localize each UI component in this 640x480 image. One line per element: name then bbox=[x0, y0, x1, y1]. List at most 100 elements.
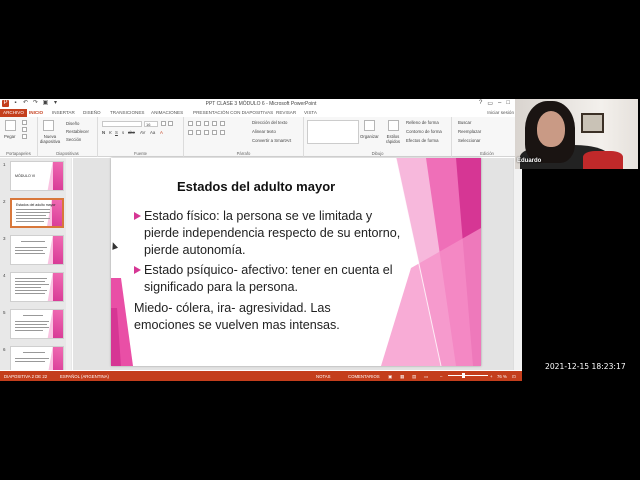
quick-styles-button[interactable]: Estilos rápidos bbox=[384, 134, 402, 144]
tab-diseno[interactable]: DISEÑO bbox=[83, 110, 101, 115]
italic-icon[interactable]: K bbox=[109, 130, 112, 135]
tab-presentacion[interactable]: PRESENTACIÓN CON DIAPOSITIVAS bbox=[193, 110, 273, 115]
thumb-number: 6 bbox=[3, 347, 6, 352]
font-color-icon[interactable]: A bbox=[160, 130, 163, 135]
arrange-icon[interactable] bbox=[364, 120, 375, 131]
normal-view-icon[interactable]: ▣ bbox=[388, 374, 392, 380]
align-left-icon[interactable] bbox=[188, 130, 193, 135]
minimize-icon[interactable]: – bbox=[498, 100, 501, 107]
find-button[interactable]: Buscar bbox=[458, 120, 471, 125]
language-indicator[interactable]: ESPAÑOL (ARGENTINA) bbox=[60, 374, 109, 379]
smartart-button[interactable]: Convertir a SmartArt bbox=[252, 138, 291, 143]
new-slide-button[interactable]: Nueva diapositiva bbox=[38, 134, 62, 144]
picture-frame bbox=[581, 113, 604, 133]
columns-icon[interactable] bbox=[220, 130, 225, 135]
tab-vista[interactable]: VISTA bbox=[304, 110, 317, 115]
zoom-slider[interactable] bbox=[448, 375, 488, 376]
tab-revisar[interactable]: REVISAR bbox=[276, 110, 296, 115]
slide-thumbnail-4[interactable] bbox=[10, 272, 64, 302]
increase-indent-icon[interactable] bbox=[212, 121, 217, 126]
slide-editor: Estados del adulto mayor Estado físico: … bbox=[73, 158, 513, 370]
layout-button[interactable]: Diseño bbox=[66, 121, 79, 126]
copy-icon[interactable] bbox=[22, 127, 27, 132]
replace-button[interactable]: Reemplazar bbox=[458, 129, 481, 134]
strikethrough-icon[interactable]: abc bbox=[128, 130, 135, 135]
zoom-slider-thumb[interactable] bbox=[462, 373, 465, 378]
char-spacing-icon[interactable]: AV bbox=[140, 130, 145, 135]
slide-title[interactable]: Estados del adulto mayor bbox=[177, 179, 335, 194]
arrange-button[interactable]: Organizar bbox=[360, 134, 379, 139]
shape-fill-button[interactable]: Relleno de forma bbox=[406, 120, 439, 125]
line-spacing-icon[interactable] bbox=[220, 121, 225, 126]
thumb-number: 1 bbox=[3, 162, 6, 167]
align-right-icon[interactable] bbox=[204, 130, 209, 135]
slide-sorter-icon[interactable]: ▦ bbox=[400, 374, 404, 380]
shape-outline-button[interactable]: Contorno de forma bbox=[406, 129, 442, 134]
ribbon-options-icon[interactable]: ▭ bbox=[487, 100, 493, 107]
font-size-combo[interactable]: 16 bbox=[144, 121, 158, 127]
slideshow-view-icon[interactable]: ▭ bbox=[424, 374, 428, 380]
maximize-icon[interactable]: □ bbox=[506, 100, 510, 107]
tab-inicio[interactable]: INICIO bbox=[29, 110, 43, 115]
slide-thumbnails-pane: 1 MÓDULO VI 2 Estados del adulto mayor 3… bbox=[0, 158, 72, 370]
sign-in-link[interactable]: Iniciar sesión bbox=[487, 110, 514, 115]
slide-scrollbar[interactable] bbox=[513, 158, 522, 370]
shape-effects-button[interactable]: Efectos de forma bbox=[406, 138, 438, 143]
thumb-number: 2 bbox=[3, 199, 6, 204]
tab-insertar[interactable]: INSERTAR bbox=[52, 110, 75, 115]
tab-animaciones[interactable]: ANIMACIONES bbox=[151, 110, 183, 115]
zoom-level[interactable]: 76 % bbox=[497, 374, 507, 379]
paste-icon[interactable] bbox=[5, 120, 16, 131]
shadow-icon[interactable]: s bbox=[122, 130, 124, 135]
paste-button[interactable]: Pegar bbox=[4, 134, 15, 139]
decrease-indent-icon[interactable] bbox=[204, 121, 209, 126]
thumb-number: 4 bbox=[3, 273, 6, 278]
bullets-icon[interactable] bbox=[188, 121, 193, 126]
group-label-portapapeles: Portapapeles bbox=[6, 151, 31, 156]
slide-thumbnail-3[interactable] bbox=[10, 235, 64, 265]
comments-button[interactable]: COMENTARIOS bbox=[348, 374, 380, 379]
tab-archivo[interactable]: ARCHIVO bbox=[0, 109, 27, 117]
fit-slide-icon[interactable]: ⊡ bbox=[512, 374, 516, 380]
font-family-combo[interactable] bbox=[102, 121, 142, 127]
notes-button[interactable]: NOTAS bbox=[316, 374, 330, 379]
select-button[interactable]: Seleccionar bbox=[458, 138, 480, 143]
format-painter-icon[interactable] bbox=[22, 134, 27, 139]
grow-font-icon[interactable] bbox=[161, 121, 166, 126]
tab-transiciones[interactable]: TRANSICIONES bbox=[110, 110, 144, 115]
align-center-icon[interactable] bbox=[196, 130, 201, 135]
shrink-font-icon[interactable] bbox=[168, 121, 173, 126]
slide-paragraph[interactable]: Miedo- cólera, ira- agresividad. Las emo… bbox=[134, 300, 394, 334]
slide-bullet-1[interactable]: Estado físico: la persona se ve limitada… bbox=[134, 208, 404, 259]
zoom-in-icon[interactable]: + bbox=[490, 374, 493, 379]
slide-bullet-2[interactable]: Estado psíquico- afectivo: tener en cuen… bbox=[134, 262, 404, 296]
justify-icon[interactable] bbox=[212, 130, 217, 135]
new-slide-icon[interactable] bbox=[43, 120, 54, 131]
group-label-parrafo: Párrafo bbox=[236, 151, 251, 156]
bullet-arrow-icon bbox=[134, 266, 141, 274]
cut-icon[interactable] bbox=[22, 120, 27, 125]
quick-styles-icon[interactable] bbox=[388, 120, 399, 131]
change-case-icon[interactable]: Aa bbox=[150, 130, 155, 135]
help-icon[interactable]: ? bbox=[479, 100, 482, 107]
group-diapositivas: Nueva diapositiva Diseño Restablecer Sec… bbox=[38, 117, 98, 157]
reading-view-icon[interactable]: ▤ bbox=[412, 374, 416, 380]
slide-thumbnail-1[interactable]: MÓDULO VI bbox=[10, 161, 64, 191]
current-slide[interactable]: Estados del adulto mayor Estado físico: … bbox=[111, 158, 481, 366]
group-dibujo: Organizar Estilos rápidos Relleno de for… bbox=[304, 117, 452, 157]
group-parrafo: Dirección del texto Alinear texto Conver… bbox=[184, 117, 304, 157]
numbering-icon[interactable] bbox=[196, 121, 201, 126]
slide-thumbnail-6[interactable] bbox=[10, 346, 64, 370]
align-text-button[interactable]: Alinear texto bbox=[252, 129, 276, 134]
thumb-title: MÓDULO VI bbox=[15, 174, 36, 178]
bold-icon[interactable]: N bbox=[102, 130, 105, 135]
text-direction-button[interactable]: Dirección del texto bbox=[252, 120, 287, 125]
zoom-out-icon[interactable]: – bbox=[440, 374, 442, 379]
shapes-gallery[interactable] bbox=[307, 120, 359, 144]
thumbnails-scrollbar[interactable] bbox=[66, 158, 71, 370]
slide-thumbnail-2[interactable]: Estados del adulto mayor bbox=[10, 198, 64, 228]
slide-thumbnail-5[interactable] bbox=[10, 309, 64, 339]
underline-icon[interactable]: S bbox=[115, 130, 118, 135]
reset-button[interactable]: Restablecer bbox=[66, 129, 89, 134]
section-button[interactable]: Sección bbox=[66, 137, 81, 142]
